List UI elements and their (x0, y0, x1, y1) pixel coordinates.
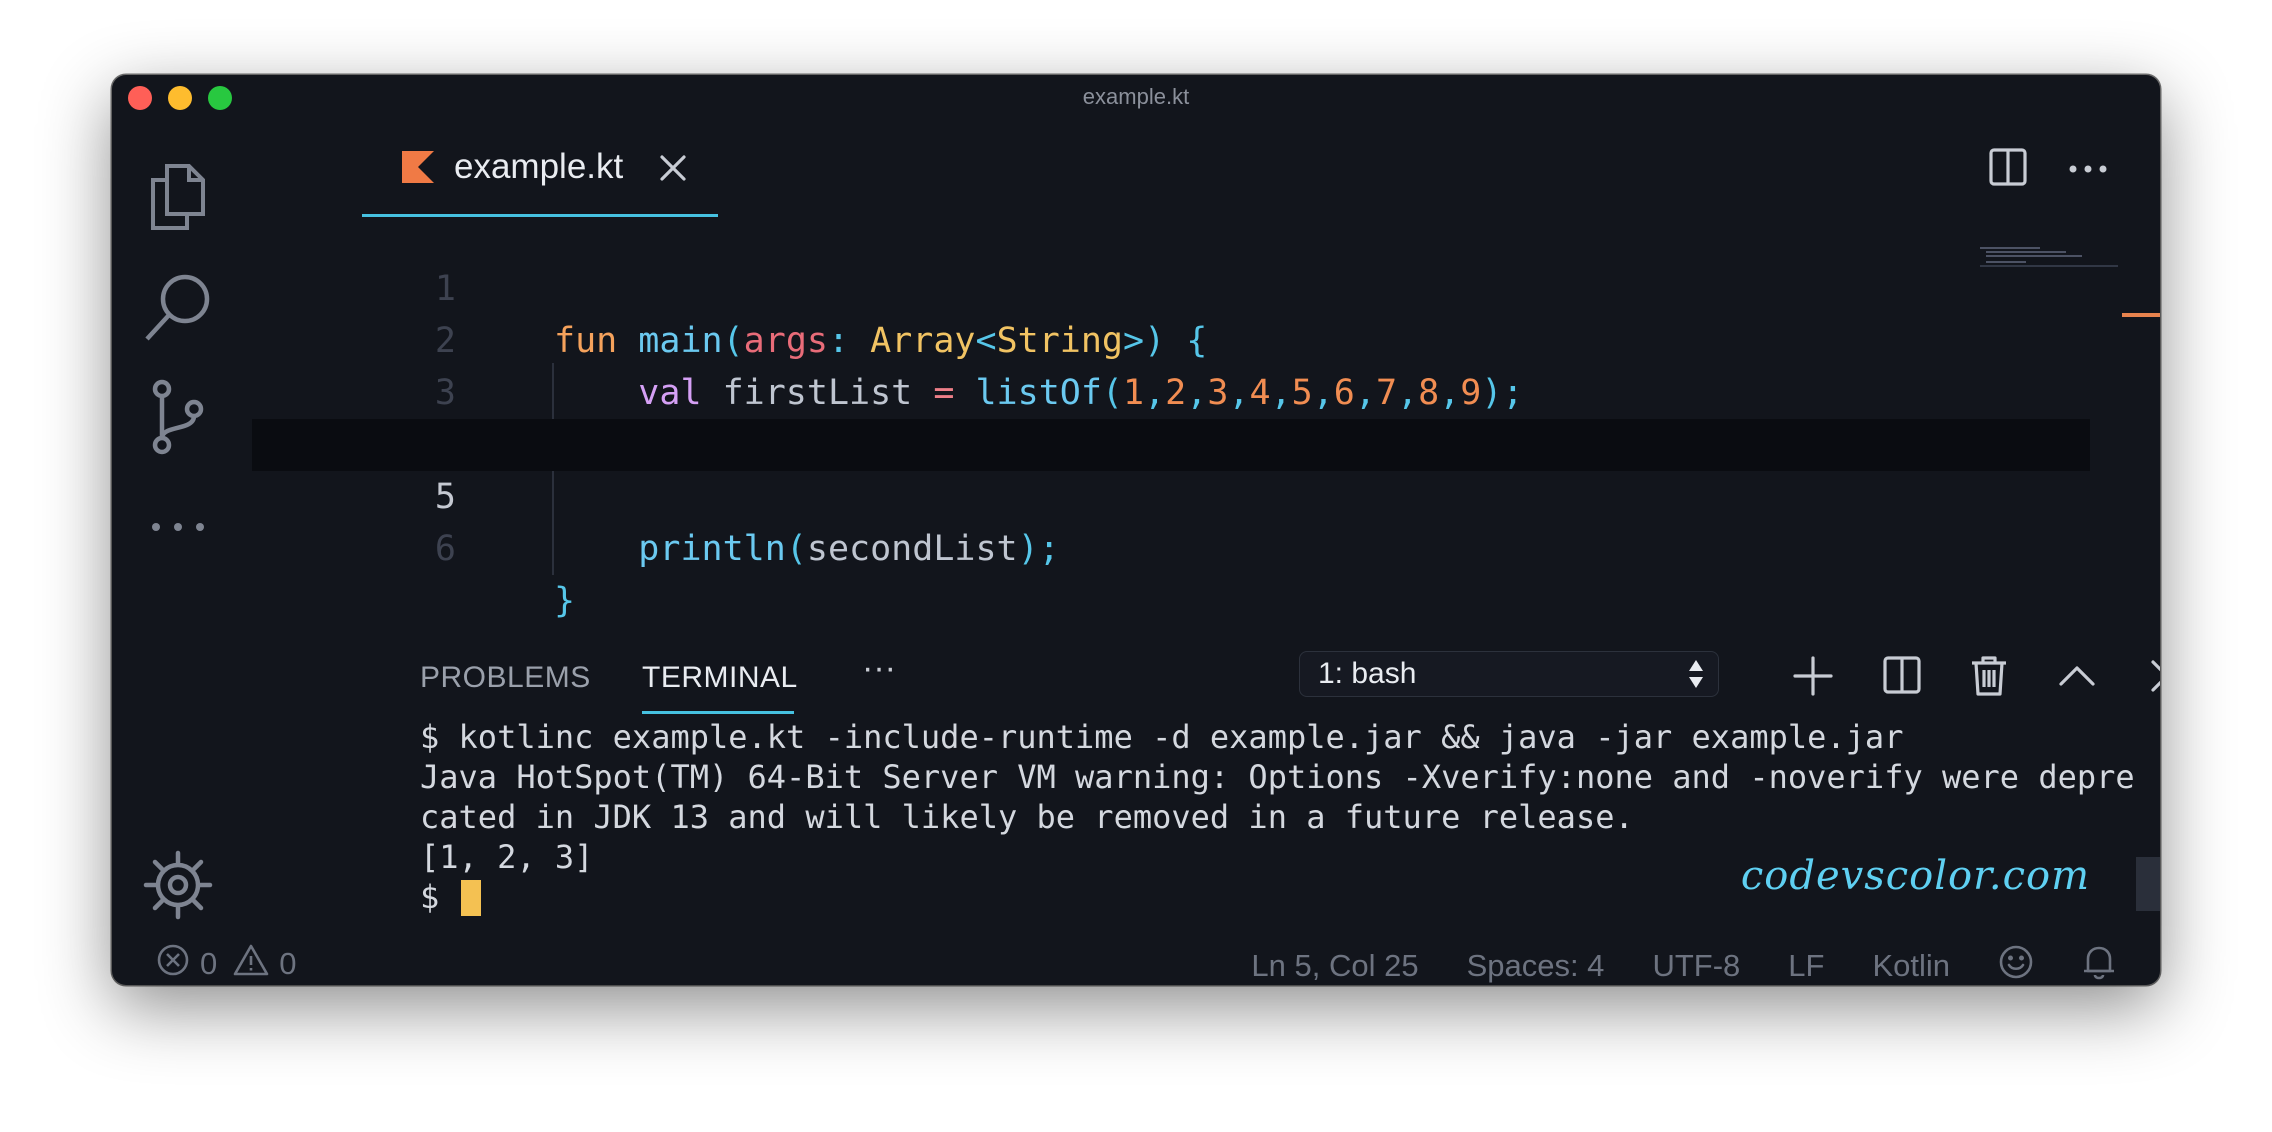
close-icon[interactable] (2146, 655, 2160, 702)
title-bar: example.kt (112, 75, 2160, 121)
code-line: 4 (252, 367, 2090, 465)
terminal-line: $ kotlinc example.kt -include-runtime -d… (420, 718, 1904, 756)
encoding[interactable]: UTF-8 (1652, 948, 1740, 984)
editor-actions (1988, 147, 2108, 192)
end-of-line[interactable]: LF (1788, 948, 1824, 984)
terminal-select-value: 1: bash (1318, 657, 1417, 690)
tab-label: example.kt (454, 147, 624, 186)
code-line: 7 (252, 523, 2090, 549)
error-count: 0 (200, 946, 218, 981)
files-icon[interactable] (142, 161, 214, 233)
activity-bar (112, 121, 252, 941)
scrollbar-marker (2122, 313, 2160, 317)
trash-icon[interactable] (1970, 655, 2008, 702)
minimap[interactable] (1980, 247, 2120, 287)
watermark: codevscolor.com (1740, 853, 2090, 899)
bell-icon[interactable] (2082, 943, 2116, 985)
plus-icon[interactable] (1792, 655, 1834, 702)
error-icon (156, 943, 190, 985)
kotlin-file-icon (402, 151, 434, 188)
editor-area: example.kt 1 fun main(args: Array<String… (252, 121, 2160, 641)
search-icon[interactable] (142, 271, 214, 343)
indentation[interactable]: Spaces: 4 (1467, 948, 1605, 984)
code-line: 2 val firstList = listOf(1,2,3,4,5,6,7,8… (252, 263, 2090, 413)
terminal-scrollbar[interactable] (2136, 857, 2160, 911)
code-editor[interactable]: 1 fun main(args: Array<String>) { 2 val … (252, 217, 2160, 637)
panel-tabs: PROBLEMS TERMINAL ··· 1: bash (252, 641, 2160, 715)
code-line: 1 fun main(args: Array<String>) { (252, 211, 2090, 361)
split-editor-icon[interactable] (1988, 147, 2028, 192)
terminal-line: Java HotSpot(TM) 64-Bit Server VM warnin… (420, 758, 2135, 796)
warning-icon (233, 943, 269, 985)
tab-terminal[interactable]: TERMINAL (642, 661, 798, 695)
warning-count: 0 (279, 946, 297, 981)
close-icon[interactable] (658, 153, 688, 188)
code-line-current: 5 println(secondList); (252, 419, 2090, 569)
more-icon[interactable] (142, 491, 214, 563)
tab-problems[interactable]: PROBLEMS (420, 661, 591, 695)
tab-bar: example.kt (252, 121, 2160, 217)
terminal-prompt: $ (420, 878, 459, 916)
status-bar: 0 0 Ln 5, Col 25 Spaces: 4 UTF-8 LF Kotl… (112, 937, 2160, 985)
language-mode[interactable]: Kotlin (1872, 948, 1950, 984)
smiley-icon[interactable] (1998, 944, 2034, 985)
split-terminal-icon[interactable] (1882, 655, 1922, 702)
code-line: 3 val secondList = firstList - 4 - listO… (252, 315, 2090, 465)
more-actions-icon[interactable] (2068, 161, 2108, 179)
code-text: } (554, 581, 576, 621)
terminal-select[interactable]: 1: bash (1299, 651, 1719, 697)
chevron-up-icon[interactable] (2056, 655, 2098, 702)
active-tab-indicator (642, 711, 794, 714)
panel-actions (1792, 655, 2160, 702)
terminal-line: cated in JDK 13 and will likely be remov… (420, 798, 1634, 836)
gear-icon[interactable] (142, 849, 214, 921)
panel-more-icon[interactable]: ··· (862, 649, 896, 688)
source-control-icon[interactable] (142, 379, 214, 455)
window-title: example.kt (1082, 84, 1190, 109)
cursor-position[interactable]: Ln 5, Col 25 (1251, 948, 1418, 984)
tab-example-kt[interactable]: example.kt (362, 121, 718, 217)
code-line: 6 } (252, 471, 2090, 621)
status-right: Ln 5, Col 25 Spaces: 4 UTF-8 LF Kotlin (1251, 943, 2116, 985)
select-arrows-icon (1688, 658, 1704, 703)
terminal-cursor (460, 880, 481, 916)
status-problems[interactable]: 0 0 (156, 943, 297, 985)
editor-window: example.kt example.kt 1 fun main(args: A… (112, 75, 2160, 985)
